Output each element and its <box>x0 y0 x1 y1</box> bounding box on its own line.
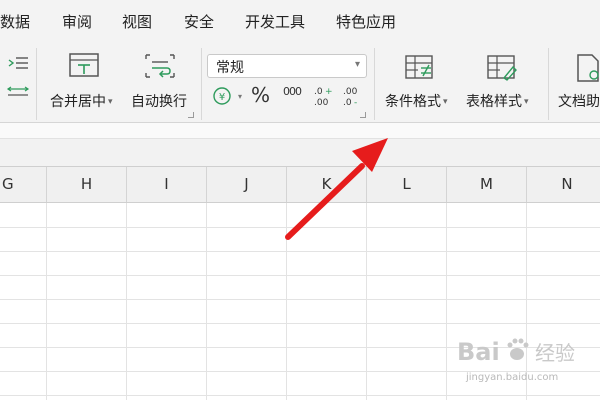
watermark-jingyan: 经验 <box>535 341 575 365</box>
watermark-url: jingyan.baidu.com <box>466 372 559 383</box>
watermark-brand: Bai <box>457 338 500 366</box>
baidu-jingyan-watermark: Bai 经验 <box>455 332 595 376</box>
